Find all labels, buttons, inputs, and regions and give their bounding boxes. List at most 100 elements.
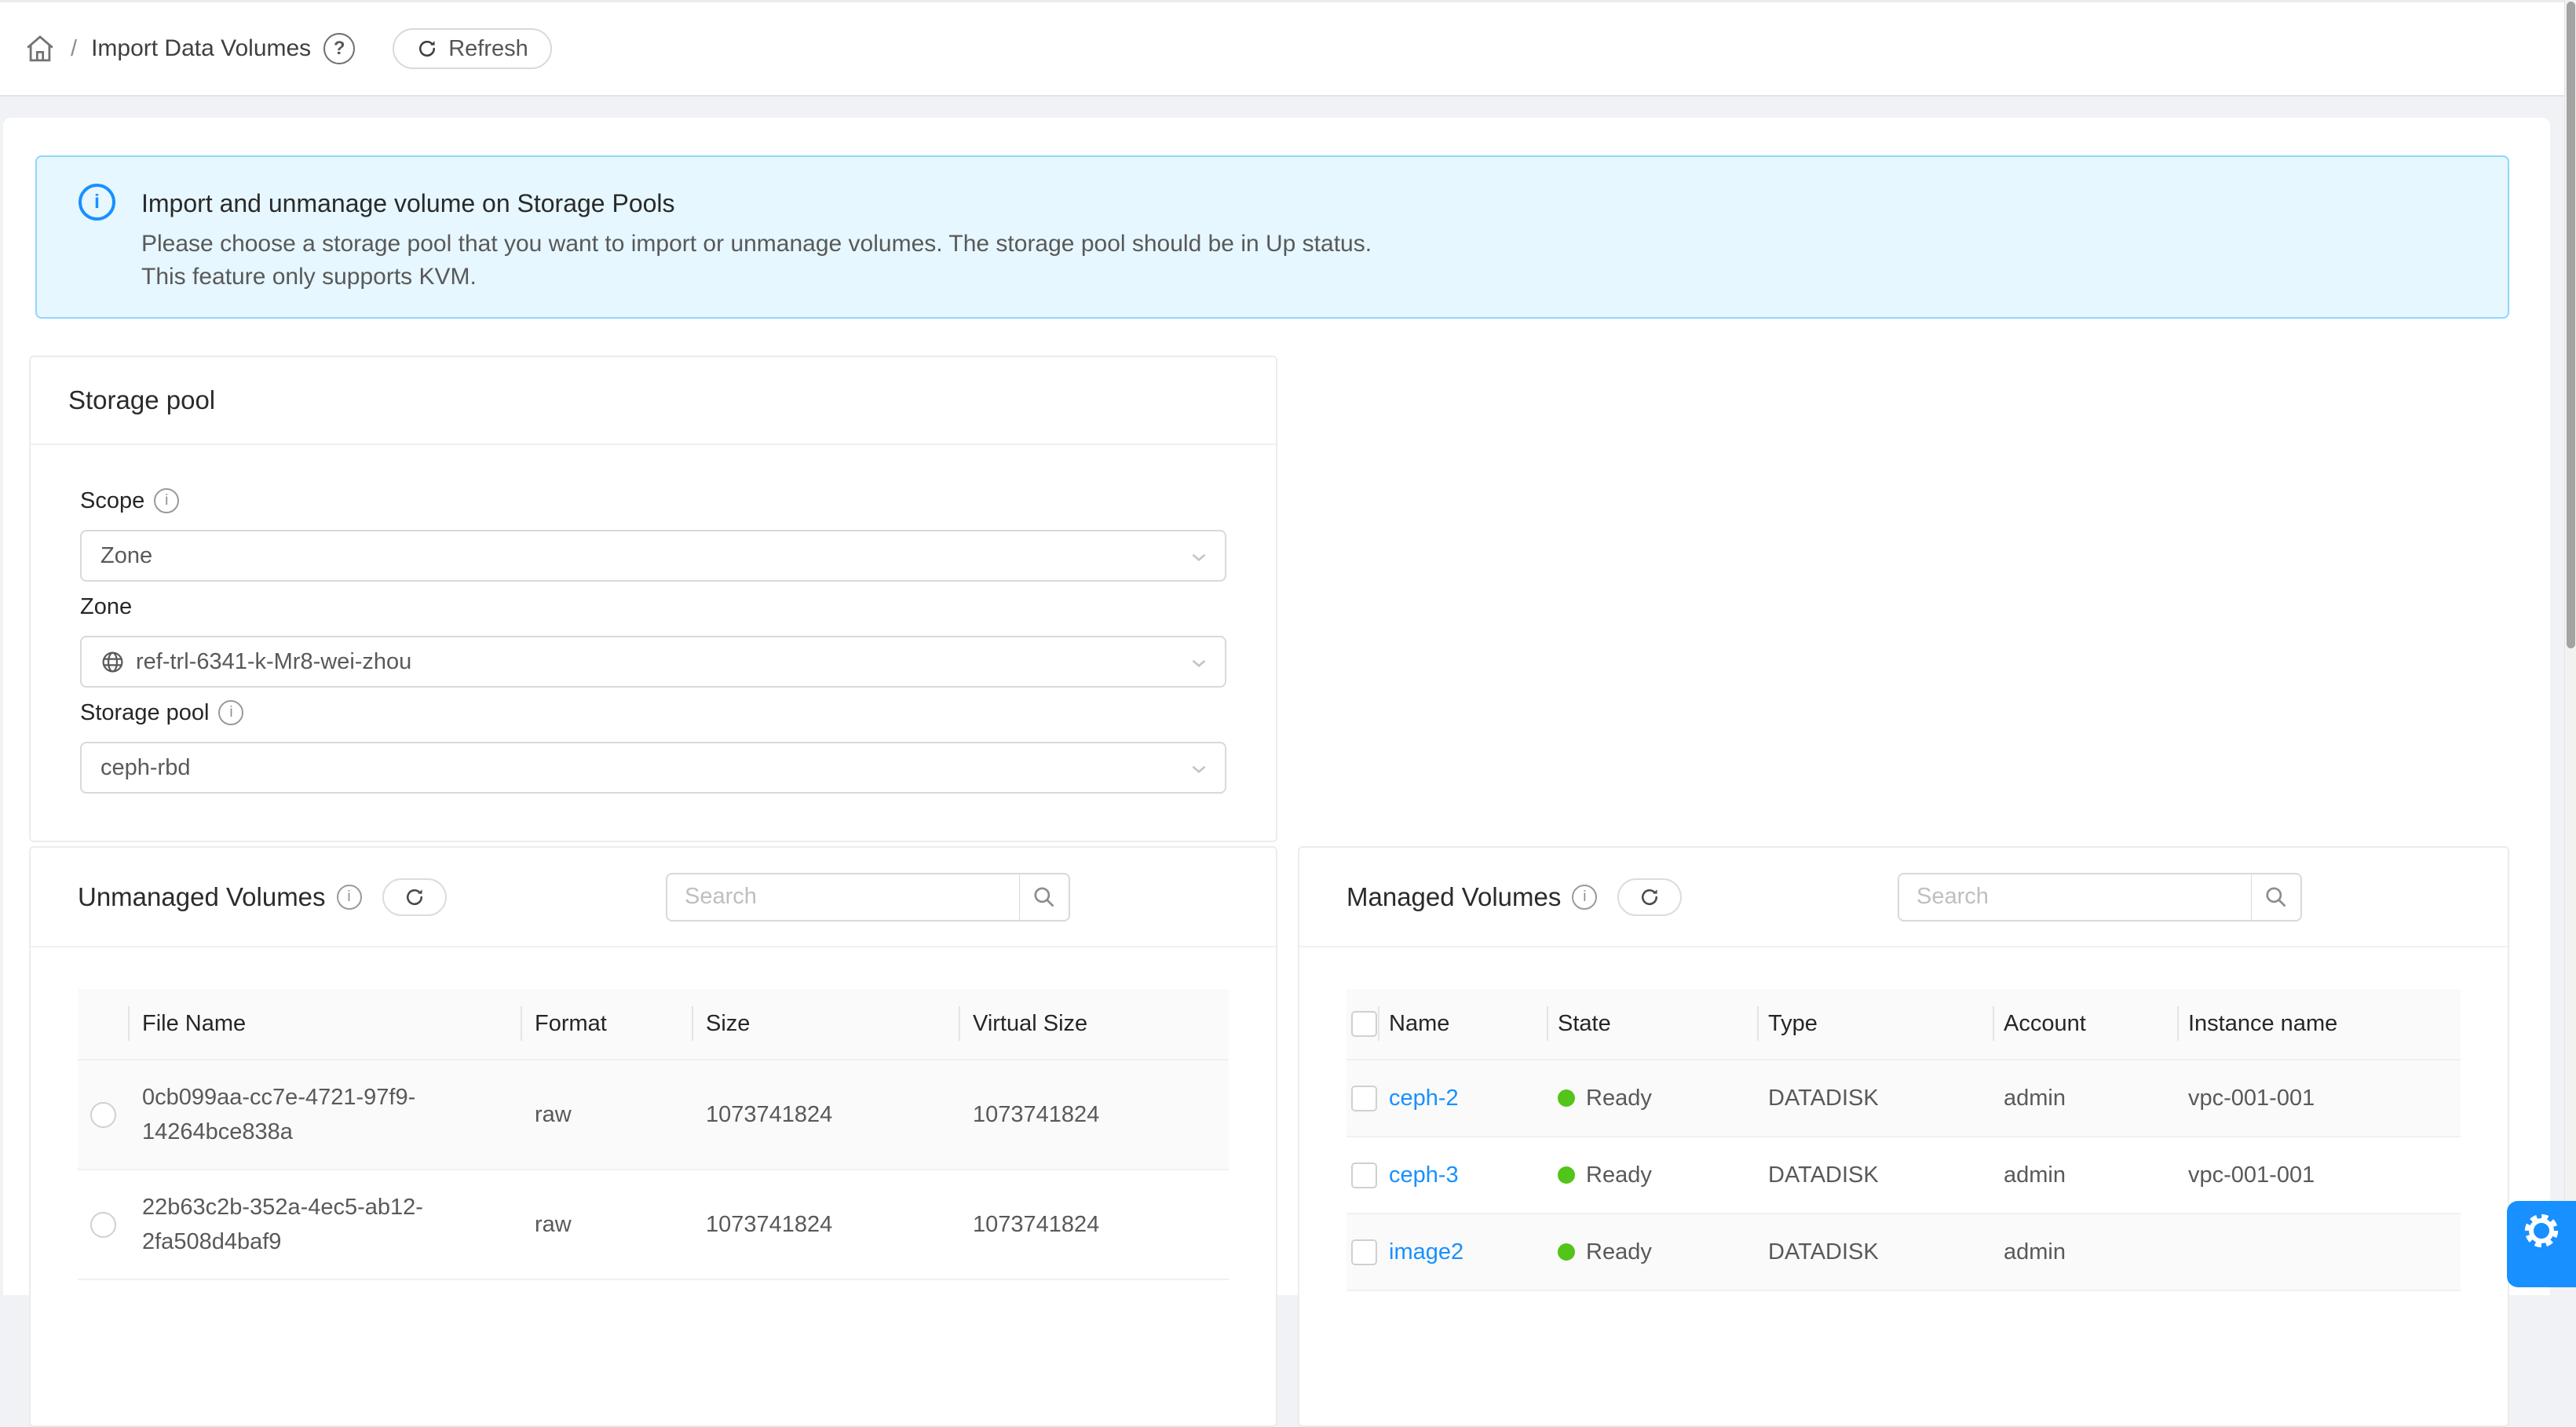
column-header-size[interactable]: Size (692, 989, 959, 1059)
managed-search (1898, 873, 2302, 922)
breadcrumb-bar: / Import Data Volumes ? Refresh (0, 0, 2564, 97)
question-circle-icon[interactable]: ? (323, 33, 355, 64)
managed-table-header: Name State Type Account Instance name (1346, 989, 2461, 1060)
state-cell: Ready (1547, 1214, 1757, 1290)
account-cell: admin (1993, 1137, 2177, 1213)
pool-select-value: ceph-rbd (100, 755, 190, 781)
info-circle-icon[interactable]: i (154, 488, 179, 513)
radio-header-cell (78, 989, 128, 1059)
content-panel: i Import and unmanage volume on Storage … (3, 118, 2550, 1295)
column-header-instance-name[interactable]: Instance name (2177, 989, 2461, 1059)
volume-name-link[interactable]: ceph-3 (1389, 1162, 1459, 1188)
scope-select[interactable]: Zone (80, 530, 1226, 582)
zone-label-text: Zone (80, 594, 132, 620)
select-all-checkbox[interactable] (1351, 1011, 1377, 1037)
managed-volumes-title: Managed Volumes (1346, 882, 1561, 912)
row-checkbox[interactable] (1351, 1162, 1377, 1188)
info-circle-icon[interactable]: i (337, 885, 362, 910)
scope-label: Scope i (80, 489, 1226, 513)
vertical-scrollbar (2564, 0, 2576, 1267)
instance-name-cell: vpc-001-001 (2177, 1060, 2461, 1136)
ready-status-dot (1558, 1089, 1575, 1107)
table-row: image2 Ready DATADISK admin (1346, 1214, 2461, 1291)
type-cell: DATADISK (1757, 1060, 1993, 1136)
unmanaged-table-header: File Name Format Size Virtual Size (78, 989, 1229, 1060)
scope-label-text: Scope (80, 488, 144, 514)
info-banner: i Import and unmanage volume on Storage … (35, 155, 2509, 319)
managed-volumes-card: Managed Volumes i (1298, 846, 2509, 1427)
pool-label-text: Storage pool (80, 700, 209, 726)
info-circle-icon[interactable]: i (1572, 885, 1597, 910)
pool-select[interactable]: ceph-rbd (80, 742, 1226, 794)
pool-label: Storage pool i (80, 701, 1226, 724)
type-cell: DATADISK (1757, 1214, 1993, 1290)
state-label: Ready (1586, 1086, 1652, 1111)
file-name-line2: 14264bce838a (142, 1115, 293, 1149)
search-input[interactable] (666, 873, 1020, 922)
table-row: 0cb099aa-cc7e-4721-97f9- 14264bce838a ra… (78, 1060, 1229, 1170)
instance-name-cell: vpc-001-001 (2177, 1137, 2461, 1213)
home-icon[interactable] (24, 32, 57, 65)
managed-refresh-button[interactable] (1617, 878, 1682, 916)
page-title: Import Data Volumes (91, 35, 311, 62)
format-cell: raw (521, 1060, 692, 1169)
unmanaged-refresh-button[interactable] (382, 878, 447, 916)
search-button[interactable] (1020, 873, 1070, 922)
column-header-virtual-size[interactable]: Virtual Size (959, 989, 1229, 1059)
zone-select[interactable]: ref-trl-6341-k-Mr8-wei-zhou (80, 636, 1226, 688)
state-label: Ready (1586, 1162, 1652, 1188)
search-icon (2264, 885, 2289, 910)
file-name-line1: 22b63c2b-352a-4ec5-ab12- (142, 1190, 423, 1224)
info-circle-icon[interactable]: i (218, 700, 243, 725)
state-label: Ready (1586, 1239, 1652, 1265)
row-checkbox[interactable] (1351, 1086, 1377, 1111)
unmanaged-search (666, 873, 1070, 922)
volume-name-link[interactable]: image2 (1389, 1239, 1463, 1265)
size-cell: 1073741824 (692, 1170, 959, 1279)
settings-drawer-button[interactable] (2507, 1201, 2576, 1287)
virtual-size-cell: 1073741824 (959, 1060, 1229, 1169)
banner-description-line2: This feature only supports KVM. (141, 260, 477, 294)
file-name-cell: 0cb099aa-cc7e-4721-97f9- 14264bce838a (128, 1060, 521, 1169)
column-header-file-name[interactable]: File Name (128, 989, 521, 1059)
row-checkbox[interactable] (1351, 1239, 1377, 1265)
ready-status-dot (1558, 1243, 1575, 1261)
refresh-button[interactable]: Refresh (393, 28, 552, 69)
column-header-type[interactable]: Type (1757, 989, 1993, 1059)
type-cell: DATADISK (1757, 1137, 1993, 1213)
row-radio[interactable] (90, 1212, 116, 1238)
reload-icon (416, 38, 438, 60)
table-row: 22b63c2b-352a-4ec5-ab12- 2fa508d4baf9 ra… (78, 1170, 1229, 1280)
reload-icon (404, 886, 426, 908)
scope-select-value: Zone (100, 543, 152, 569)
format-cell: raw (521, 1170, 692, 1279)
column-header-name[interactable]: Name (1378, 989, 1547, 1059)
column-header-format[interactable]: Format (521, 989, 692, 1059)
file-name-line2: 2fa508d4baf9 (142, 1224, 281, 1259)
banner-title: Import and unmanage volume on Storage Po… (141, 186, 675, 221)
volume-name-link[interactable]: ceph-2 (1389, 1086, 1459, 1111)
search-button[interactable] (2252, 873, 2302, 922)
zone-label: Zone (80, 595, 1226, 619)
reload-icon (1639, 886, 1661, 908)
row-radio[interactable] (90, 1102, 116, 1128)
refresh-button-label: Refresh (448, 36, 528, 62)
account-cell: admin (1993, 1214, 2177, 1290)
scrollbar-thumb[interactable] (2567, 2, 2575, 648)
table-row: ceph-3 Ready DATADISK admin vpc-001-001 (1346, 1137, 2461, 1214)
column-header-account[interactable]: Account (1993, 989, 2177, 1059)
chevron-down-icon (1189, 759, 1209, 779)
table-row: ceph-2 Ready DATADISK admin vpc-001-001 (1346, 1060, 2461, 1137)
search-input[interactable] (1898, 873, 2252, 922)
chevron-down-icon (1189, 547, 1209, 568)
file-name-line1: 0cb099aa-cc7e-4721-97f9- (142, 1080, 415, 1115)
file-name-cell: 22b63c2b-352a-4ec5-ab12- 2fa508d4baf9 (128, 1170, 521, 1279)
state-cell: Ready (1547, 1060, 1757, 1136)
unmanaged-volumes-title: Unmanaged Volumes (78, 882, 326, 912)
column-header-state[interactable]: State (1547, 989, 1757, 1059)
storage-pool-card-title: Storage pool (31, 357, 1276, 445)
globe-icon (100, 650, 125, 674)
unmanaged-volumes-card: Unmanaged Volumes i (29, 846, 1277, 1427)
gear-icon (2521, 1210, 2562, 1251)
account-cell: admin (1993, 1060, 2177, 1136)
